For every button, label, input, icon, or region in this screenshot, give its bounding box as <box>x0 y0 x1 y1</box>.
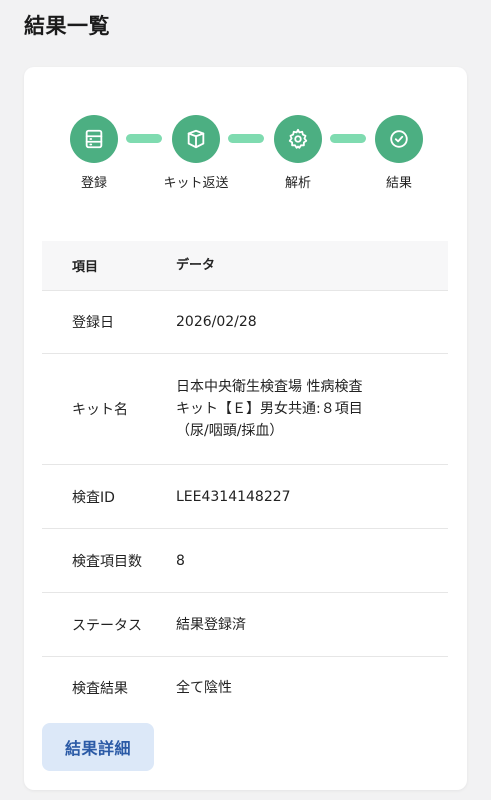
table-row: 検査ID LEE4314148227 <box>42 465 448 529</box>
step-label-kit-return: キット返送 <box>163 176 229 191</box>
form-icon <box>85 129 103 149</box>
step-label-register: 登録 <box>80 176 108 191</box>
row-key: 検査項目数 <box>72 553 142 570</box>
row-value: 全て陰性 <box>176 680 232 696</box>
table-row: ステータス 結果登録済 <box>42 593 448 657</box>
step-connector <box>126 134 162 143</box>
gear-icon <box>288 128 308 149</box>
step-label-result: 結果 <box>385 176 413 191</box>
result-card: 登録 キット返送 解析 結果 項目 データ 登録日 2026/02/28 キット… <box>24 67 467 790</box>
table-row: 登録日 2026/02/28 <box>42 291 448 354</box>
check-circle-icon <box>390 130 408 148</box>
row-value: 日本中央衛生検査場 性病検査 キット【Ｅ】男女共通:８項目 （尿/咽頭/採血） <box>176 376 448 442</box>
step-connector <box>330 134 366 143</box>
step-connector <box>228 134 264 143</box>
table-header-row: 項目 データ <box>42 241 448 291</box>
kit-name-line: （尿/咽頭/採血） <box>176 423 284 439</box>
header-data: データ <box>176 257 216 273</box>
table-row: キット名 日本中央衛生検査場 性病検査 キット【Ｅ】男女共通:８項目 （尿/咽頭… <box>42 354 448 465</box>
row-key: 登録日 <box>72 315 114 331</box>
row-key: キット名 <box>72 402 128 418</box>
row-value: 8 <box>176 552 185 569</box>
result-detail-button[interactable]: 結果詳細 <box>42 723 154 771</box>
result-table: 項目 データ 登録日 2026/02/28 キット名 日本中央衛生検査場 性病検… <box>42 241 448 719</box>
box-icon <box>187 129 205 149</box>
step-kit-return <box>172 115 220 163</box>
row-key: 検査ID <box>72 489 115 506</box>
table-row: 検査結果 全て陰性 <box>42 657 448 719</box>
progress-stepper: 登録 キット返送 解析 結果 <box>24 115 467 195</box>
step-analysis <box>274 115 322 163</box>
kit-name-line: 日本中央衛生検査場 性病検査 <box>176 379 363 395</box>
step-result <box>375 115 423 163</box>
step-register <box>70 115 118 163</box>
row-key: ステータス <box>72 617 142 634</box>
table-row: 検査項目数 8 <box>42 529 448 593</box>
step-label-analysis: 解析 <box>284 176 312 191</box>
row-key: 検査結果 <box>72 681 128 697</box>
page-title: 結果一覧 <box>24 14 110 38</box>
row-value: 結果登録済 <box>176 616 246 633</box>
kit-name-line: キット【Ｅ】男女共通:８項目 <box>176 401 363 417</box>
header-item: 項目 <box>72 260 99 275</box>
row-value: LEE4314148227 <box>176 488 291 505</box>
row-value: 2026/02/28 <box>176 314 257 330</box>
